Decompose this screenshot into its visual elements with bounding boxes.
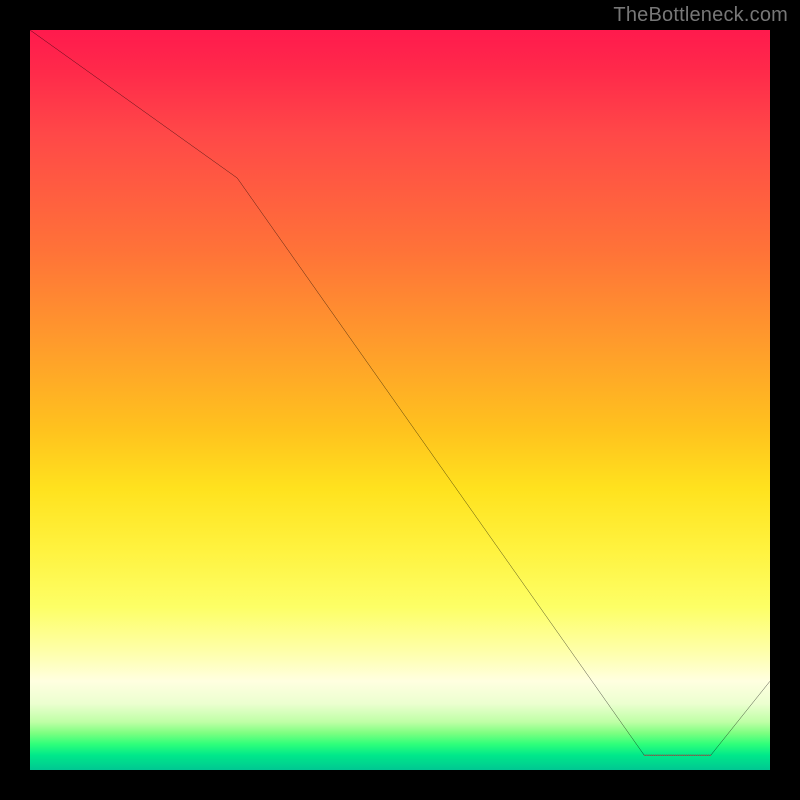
line-plot: [30, 30, 770, 770]
plot-area: [30, 30, 770, 770]
chart-container: TheBottleneck.com: [0, 0, 800, 800]
bottleneck-curve: [30, 30, 770, 755]
attribution-label: TheBottleneck.com: [613, 4, 788, 27]
